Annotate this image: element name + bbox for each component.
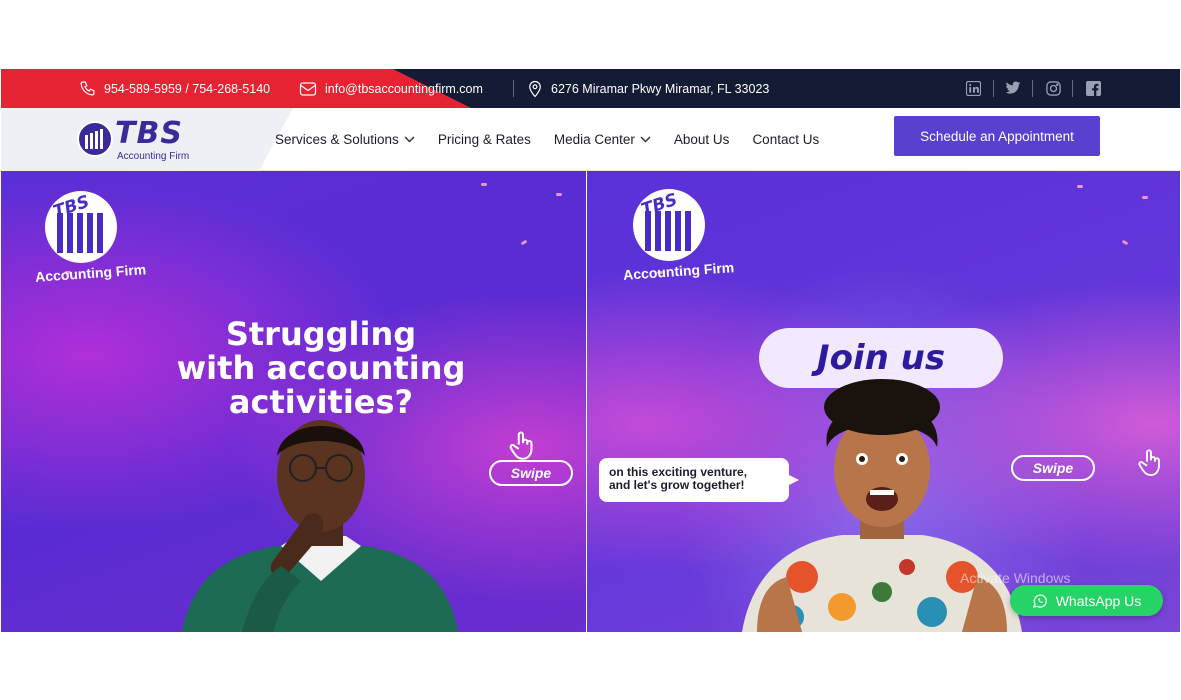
- slide-logo-caption: Accounting Firm: [34, 261, 147, 285]
- hero-slide-join-us[interactable]: TBS Accounting Firm Join us on this exci…: [587, 171, 1180, 632]
- whatsapp-label[interactable]: WhatsApp Us: [1056, 593, 1142, 609]
- hand-pointer-icon: [509, 431, 533, 460]
- whatsapp-button[interactable]: WhatsApp Us: [1010, 585, 1163, 616]
- logo-emblem-icon: [77, 121, 113, 157]
- mail-icon: [299, 81, 317, 96]
- nav-item-label[interactable]: Contact Us: [752, 132, 819, 147]
- nav-item-contact[interactable]: Contact Us: [752, 132, 819, 147]
- confetti: [481, 183, 487, 186]
- confetti: [1077, 185, 1083, 188]
- nav-item-services[interactable]: Services & Solutions: [275, 132, 415, 147]
- activate-windows-watermark: Activate Windows: [960, 570, 1071, 586]
- whatsapp-icon: [1032, 594, 1047, 608]
- address-text[interactable]: 6276 Miramar Pkwy Miramar, FL 33023: [551, 82, 769, 96]
- logo-wordmark: TBS: [115, 116, 183, 151]
- swipe-badge: Swipe: [489, 460, 573, 486]
- social-separator: [1072, 80, 1073, 97]
- linkedin-icon[interactable]: [964, 79, 982, 97]
- hero-carousel: TBS Accounting Firm Struggling with acco…: [1, 171, 1180, 632]
- slide-headline: Struggling with accounting activities?: [131, 317, 511, 419]
- twitter-icon[interactable]: [1004, 79, 1022, 97]
- slide-logo-emblem: TBS: [45, 191, 117, 263]
- address-contact[interactable]: 6276 Miramar Pkwy Miramar, FL 33023: [527, 69, 769, 108]
- topbar-separator: [513, 80, 514, 97]
- nav-menu: Services & Solutions Pricing & Rates Med…: [275, 108, 819, 171]
- confetti: [1142, 196, 1148, 199]
- nav-item-label[interactable]: About Us: [674, 132, 730, 147]
- thinking-man-image: [181, 420, 459, 632]
- email-contact[interactable]: info@tbsaccountingfirm.com: [299, 69, 483, 108]
- slide-logo: TBS Accounting Firm: [623, 189, 743, 289]
- slide-logo-caption: Accounting Firm: [622, 259, 735, 283]
- email-text[interactable]: info@tbsaccountingfirm.com: [325, 82, 483, 96]
- instagram-icon[interactable]: [1044, 79, 1062, 97]
- phone-icon: [80, 81, 95, 96]
- nav-item-label[interactable]: Pricing & Rates: [438, 132, 531, 147]
- nav-item-media-center[interactable]: Media Center: [554, 132, 651, 147]
- facebook-icon[interactable]: [1084, 79, 1102, 97]
- slide-logo: TBS Accounting Firm: [35, 191, 155, 291]
- confetti: [520, 239, 528, 246]
- nav-item-label[interactable]: Services & Solutions: [275, 132, 399, 147]
- hero-slide-struggling[interactable]: TBS Accounting Firm Struggling with acco…: [1, 171, 586, 632]
- social-separator: [993, 80, 994, 97]
- phone-contact[interactable]: 954-589-5959 / 754-268-5140: [79, 69, 270, 108]
- slide-logo-emblem: TBS: [633, 189, 705, 261]
- location-pin-icon: [529, 80, 541, 97]
- schedule-appointment-button[interactable]: Schedule an Appointment: [894, 116, 1100, 156]
- hand-pointer-icon: [1138, 449, 1160, 476]
- nav-item-about[interactable]: About Us: [674, 132, 730, 147]
- excited-man-image: [742, 379, 1022, 632]
- headline-line: with accounting: [176, 349, 466, 387]
- logo-subtitle: Accounting Firm: [117, 151, 190, 162]
- nav-item-pricing[interactable]: Pricing & Rates: [438, 132, 531, 147]
- confetti: [556, 193, 562, 196]
- chevron-down-icon: [640, 136, 651, 143]
- phone-text[interactable]: 954-589-5959 / 754-268-5140: [104, 82, 270, 96]
- top-info-bar: 954-589-5959 / 754-268-5140 info@tbsacco…: [1, 69, 1180, 108]
- headline-line: Struggling: [225, 315, 417, 353]
- confetti: [1121, 239, 1129, 246]
- chevron-down-icon: [404, 136, 415, 143]
- main-navigation: TBS Accounting Firm Services & Solutions…: [1, 108, 1180, 171]
- tbs-logo[interactable]: TBS Accounting Firm: [77, 116, 202, 164]
- social-separator: [1032, 80, 1033, 97]
- nav-item-label[interactable]: Media Center: [554, 132, 635, 147]
